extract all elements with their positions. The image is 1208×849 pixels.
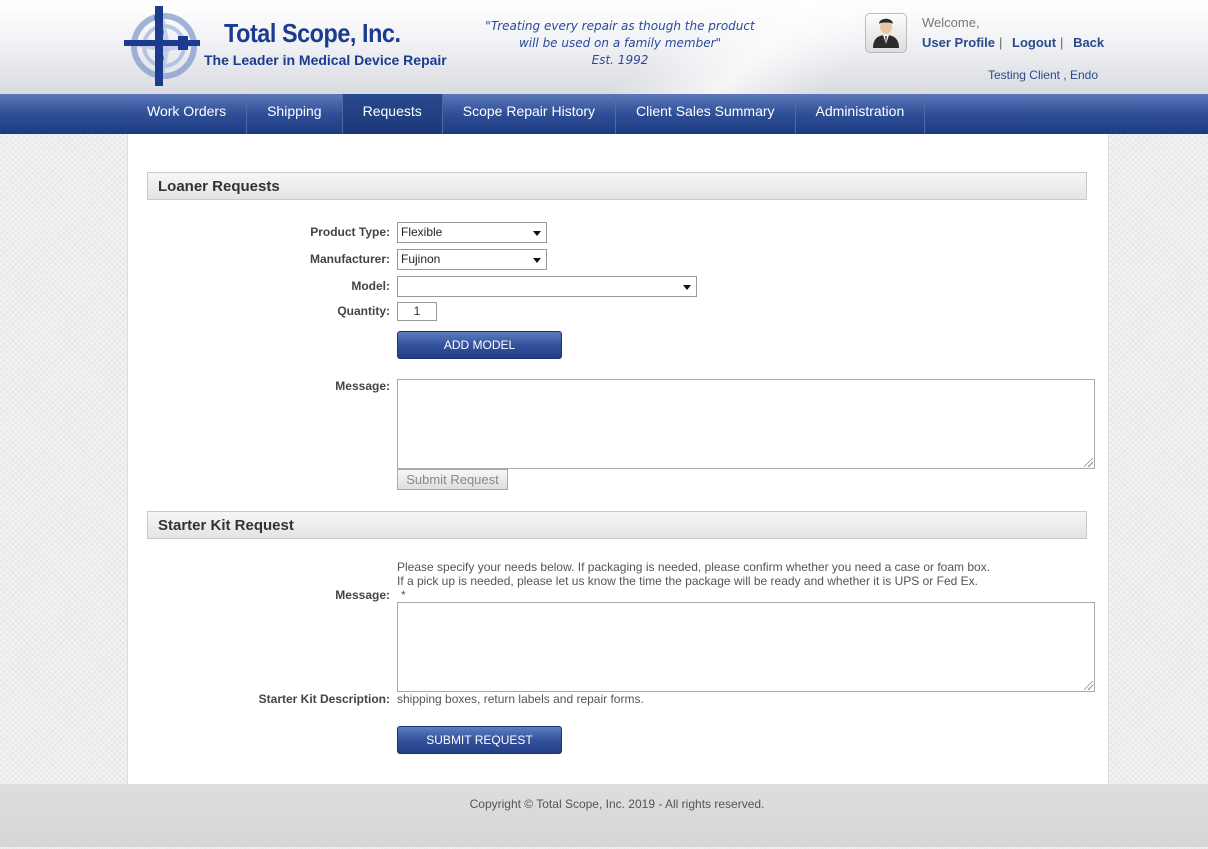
main-nav: Work Orders Shipping Requests Scope Repa… — [0, 94, 1208, 134]
required-asterisk: * — [401, 588, 406, 602]
tab-client-sales-summary[interactable]: Client Sales Summary — [616, 94, 796, 134]
tab-requests[interactable]: Requests — [342, 94, 443, 134]
manufacturer-select[interactable]: Fujinon — [397, 249, 547, 270]
header: Total Scope, Inc. The Leader in Medical … — [0, 0, 1208, 94]
user-avatar-icon — [873, 18, 899, 48]
footer: Copyright © Total Scope, Inc. 2019 - All… — [0, 784, 1208, 847]
manufacturer-label: Manufacturer: — [309, 252, 390, 266]
resize-handle-icon[interactable] — [1084, 681, 1093, 690]
chevron-down-icon — [683, 285, 691, 290]
user-profile-link[interactable]: User Profile — [922, 35, 995, 50]
tab-shipping[interactable]: Shipping — [247, 94, 343, 134]
product-type-value: Flexible — [401, 225, 443, 239]
loaner-requests-header: Loaner Requests — [147, 172, 1087, 200]
company-logo-icon — [124, 6, 200, 86]
starter-message-textarea[interactable] — [397, 602, 1095, 692]
starter-kit-description-value: shipping boxes, return labels and repair… — [397, 692, 644, 706]
motto-established: Est. 1992 — [591, 53, 649, 67]
motto-line: will be used on a family member" — [518, 36, 722, 50]
quantity-input[interactable]: 1 — [397, 302, 437, 321]
back-link[interactable]: Back — [1073, 35, 1104, 50]
loaner-message-label: Message: — [335, 379, 390, 393]
starter-kit-request-header: Starter Kit Request — [147, 511, 1087, 539]
resize-handle-icon[interactable] — [1084, 458, 1093, 467]
model-label: Model: — [351, 279, 390, 293]
company-name: Total Scope, Inc. — [224, 18, 401, 48]
model-select[interactable] — [397, 276, 697, 297]
starter-kit-note-line: If a pick up is needed, please let us kn… — [397, 574, 978, 588]
tab-scope-repair-history[interactable]: Scope Repair History — [443, 94, 617, 134]
starter-kit-description-label: Starter Kit Description: — [258, 692, 390, 706]
user-links: User Profile | Logout | Back — [922, 35, 1104, 50]
chevron-down-icon — [533, 258, 541, 263]
tab-work-orders[interactable]: Work Orders — [127, 94, 248, 134]
client-name: Testing Client , Endo — [987, 68, 1098, 82]
starter-kit-note-line: Please specify your needs below. If pack… — [397, 560, 991, 574]
company-tagline: The Leader in Medical Device Repair — [204, 52, 447, 68]
loaner-message-textarea[interactable] — [397, 379, 1095, 469]
logout-link[interactable]: Logout — [1012, 35, 1056, 50]
main-content: Loaner Requests Product Type: Flexible M… — [127, 134, 1109, 784]
quantity-label: Quantity: — [337, 304, 390, 318]
welcome-text: Welcome, — [922, 15, 980, 30]
submit-loaner-request-button[interactable]: Submit Request — [397, 469, 508, 490]
user-avatar — [865, 13, 907, 53]
product-type-select[interactable]: Flexible — [397, 222, 547, 243]
link-separator: | — [998, 35, 1003, 50]
chevron-down-icon — [533, 231, 541, 236]
add-model-button[interactable]: ADD MODEL — [397, 331, 562, 359]
tab-administration[interactable]: Administration — [796, 94, 926, 134]
copyright-text: Copyright © Total Scope, Inc. 2019 - All… — [469, 797, 765, 811]
link-separator: | — [1060, 35, 1064, 50]
manufacturer-value: Fujinon — [401, 252, 441, 266]
product-type-label: Product Type: — [310, 225, 390, 239]
motto-line: "Treating every repair as though the pro… — [485, 19, 755, 33]
company-motto: "Treating every repair as though the pro… — [470, 18, 770, 69]
starter-message-label: Message: — [335, 588, 390, 602]
submit-starter-kit-button[interactable]: SUBMIT REQUEST — [397, 726, 562, 754]
